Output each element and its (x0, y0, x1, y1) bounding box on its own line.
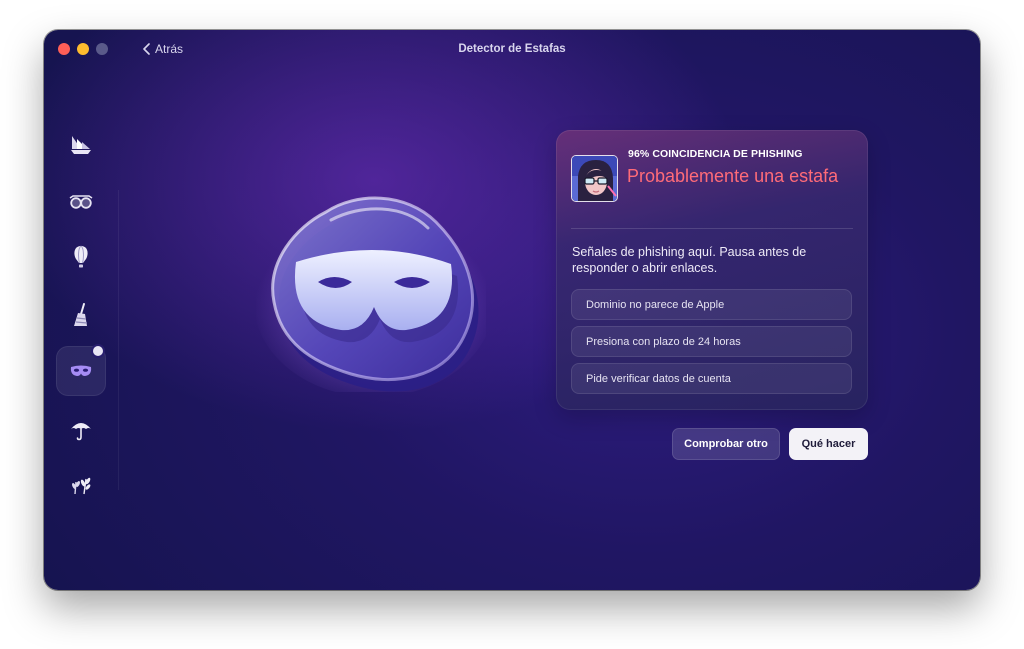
signal-item: Pide verificar datos de cuenta (571, 363, 852, 394)
card-divider (571, 228, 853, 229)
sidebar-item-ship[interactable] (56, 120, 106, 170)
title-bar: Atrás Detector de Estafas (44, 30, 980, 68)
scam-result-card: 96% COINCIDENCIA DE PHISHING Probablemen… (556, 130, 868, 410)
glasses-icon (69, 195, 93, 209)
sidebar-item-broom[interactable] (56, 290, 106, 340)
sidebar-item-plants[interactable] (56, 460, 106, 510)
sidebar-item-umbrella[interactable] (56, 404, 106, 454)
result-description: Señales de phishing aquí. Pausa antes de… (572, 245, 807, 275)
signal-item: Presiona con plazo de 24 horas (571, 326, 852, 357)
sidebar-item-glasses[interactable] (56, 176, 106, 226)
phishing-match-label: 96% COINCIDENCIA DE PHISHING (628, 148, 803, 160)
mask-hero-icon (256, 196, 486, 392)
plants-icon (72, 477, 91, 495)
sidebar-item-balloon[interactable] (56, 232, 106, 282)
what-to-do-button[interactable]: Qué hacer (789, 428, 868, 460)
verdict-title: Probablemente una estafa (627, 166, 839, 186)
sidebar-divider (118, 190, 119, 490)
signal-item: Dominio no parece de Apple (571, 289, 852, 320)
message-sender-avatar (571, 155, 618, 202)
broom-icon (74, 303, 88, 326)
notification-dot (93, 346, 103, 356)
umbrella-icon (71, 423, 91, 441)
check-another-button[interactable]: Comprobar otro (672, 428, 780, 460)
mask-icon (70, 365, 92, 376)
sidebar-item-mask[interactable] (56, 346, 106, 396)
balloon-icon (74, 245, 88, 268)
ship-icon (71, 136, 91, 154)
app-window: Atrás Detector de Estafas 96% COINCIDENC… (44, 30, 980, 590)
window-title: Detector de Estafas (458, 43, 566, 55)
